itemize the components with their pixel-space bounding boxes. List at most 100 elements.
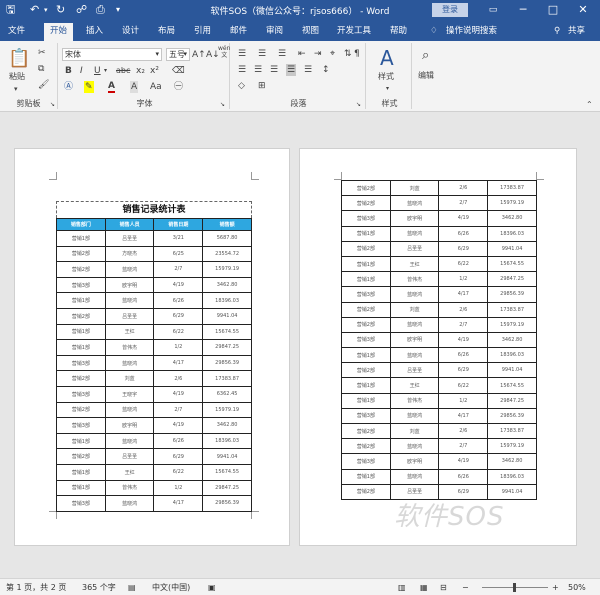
line-spacing-icon[interactable]: ↕ [322,64,330,76]
font-launcher-icon[interactable]: ↘ [220,99,225,111]
table-cell: 营销1部 [56,230,106,247]
styles-dropdown-icon[interactable]: ▾ [386,83,389,95]
sort-icon[interactable]: ⇅ [344,48,352,60]
table-cell: 营销3部 [56,385,106,403]
distributed-icon[interactable]: ☰ [304,64,312,76]
share-button[interactable]: 共享 [568,25,585,37]
chinese-layout-icon[interactable]: ⌖ [330,48,335,60]
table-row: 营销1部 王红 6/22 15674.55 [341,255,537,273]
underline-icon[interactable]: U [94,65,101,77]
subscript-icon[interactable]: x₂ [136,65,145,77]
tab-view[interactable]: 视图 [302,25,319,37]
borders-icon[interactable]: ⊞ [258,80,266,92]
align-left-icon[interactable]: ☰ [238,64,246,76]
copy-icon[interactable]: ⧉ [38,63,44,75]
decrease-indent-icon[interactable]: ⇤ [298,48,306,60]
align-right-icon[interactable]: ☰ [270,64,278,76]
tab-help[interactable]: 帮助 [390,25,407,37]
clipboard-launcher-icon[interactable]: ↘ [50,99,55,111]
paste-dropdown-icon[interactable]: ▾ [14,83,18,95]
user-icon[interactable]: ⚲ [554,25,560,37]
table-row: 营销2部 方晓杰 6/25 23554.72 [56,245,252,263]
increase-indent-icon[interactable]: ⇥ [314,48,322,60]
table-cell: 蓝晓鸿 [389,347,440,364]
crop-mark [334,172,342,180]
zoom-slider-thumb[interactable] [513,583,516,592]
tab-file[interactable]: 文件 [8,25,25,37]
tab-references[interactable]: 引用 [194,25,211,37]
strikethrough-icon[interactable]: abc [116,65,130,77]
find-icon[interactable]: ⌕ [422,49,429,63]
login-button[interactable]: 登录 [432,3,468,17]
font-name-select[interactable]: 宋体 ▾ [62,48,162,61]
table-cell: 刘蓝 [104,370,155,387]
minimize-button[interactable]: ─ [514,2,532,18]
char-shading-icon[interactable]: A [130,81,139,93]
editing-button[interactable]: 编辑 [418,70,434,82]
multilevel-list-icon[interactable]: ☰ [278,48,286,60]
lightbulb-icon[interactable]: ♢ [430,25,438,37]
paragraph-launcher-icon[interactable]: ↘ [356,99,361,111]
font-color-icon[interactable]: A [108,81,115,93]
enclose-char-icon[interactable]: ㊀ [174,81,183,93]
align-center-icon[interactable]: ☰ [254,64,262,76]
table-cell: 1/2 [153,339,204,356]
paste-icon[interactable]: 📋 [8,49,30,69]
word-count[interactable]: 365 个字 [82,583,116,593]
numbering-icon[interactable]: ☰ [258,48,266,60]
superscript-icon[interactable]: x² [150,65,159,77]
zoom-level[interactable]: 50% [568,583,586,593]
ribbon-display-icon[interactable]: ▭ [484,2,502,18]
grow-font-icon[interactable]: A↑ [192,49,206,61]
table-row: 营销1部 蓝晓鸿 6/26 18396.03 [56,432,252,450]
bold-icon[interactable]: B [65,65,72,77]
collapse-ribbon-icon[interactable]: ⌃ [586,99,593,111]
change-case-icon[interactable]: Aa [150,81,162,93]
tab-review[interactable]: 审阅 [266,25,283,37]
tab-insert[interactable]: 插入 [86,25,103,37]
text-effects-icon[interactable]: Ⓐ [64,81,73,93]
bullets-icon[interactable]: ☰ [238,48,246,60]
font-size-select[interactable]: 五号 ▾ [166,48,190,61]
shading-icon[interactable]: ◇ [238,80,245,92]
read-mode-icon[interactable]: ▥ [398,583,406,593]
print-layout-icon[interactable]: ▦ [420,583,428,593]
clear-format-icon[interactable]: ⌫ [172,65,185,77]
show-marks-icon[interactable]: ¶ [354,48,360,60]
table-cell: 2/7 [153,261,204,278]
zoom-out-button[interactable]: − [462,583,469,593]
cut-icon[interactable]: ✂ [38,47,46,59]
table-row: 营销1部 蓝晓鸿 6/26 18396.03 [341,468,537,485]
table-cell: 29847.25 [202,479,252,497]
paste-button[interactable]: 粘贴 [9,71,25,83]
table-cell: 蓝晓鸿 [389,316,440,333]
italic-icon[interactable]: I [80,65,83,77]
table-cell: 蓝晓鸿 [389,286,440,303]
justify-icon[interactable]: ☰ [286,64,297,76]
maximize-button[interactable]: □ [544,2,562,18]
highlight-icon[interactable]: ✎ [84,81,94,93]
underline-dropdown-icon[interactable]: ▾ [104,65,107,77]
web-layout-icon[interactable]: ⊟ [440,583,447,593]
format-painter-icon[interactable]: 🖌 [38,79,49,91]
table-cell: 曾伟杰 [104,479,155,497]
proofing-icon[interactable]: ▤ [128,583,136,593]
table-row: 营销1部 蓝晓鸿 6/26 18396.03 [341,347,537,364]
close-button[interactable]: ✕ [574,2,592,18]
tab-mailings[interactable]: 邮件 [230,25,247,37]
tab-design[interactable]: 设计 [122,25,139,37]
zoom-in-button[interactable]: + [552,583,559,593]
tab-developer[interactable]: 开发工具 [337,25,371,37]
page-count[interactable]: 第 1 页，共 2 页 [6,583,66,593]
tab-layout[interactable]: 布局 [158,25,175,37]
styles-icon[interactable]: A [380,47,394,69]
macro-icon[interactable]: ▣ [208,583,216,593]
table-title: 销售记录统计表 [56,201,252,218]
language-indicator[interactable]: 中文(中国) [152,583,190,593]
tab-home[interactable]: 开始 [44,23,74,41]
table-cell: 3462.80 [487,331,537,349]
styles-button[interactable]: 样式 [378,71,394,83]
table-cell: 营销1部 [56,463,106,481]
phonetic-guide-icon[interactable]: wén 文 [218,45,230,59]
tell-me-search[interactable]: 操作说明搜索 [446,25,497,37]
